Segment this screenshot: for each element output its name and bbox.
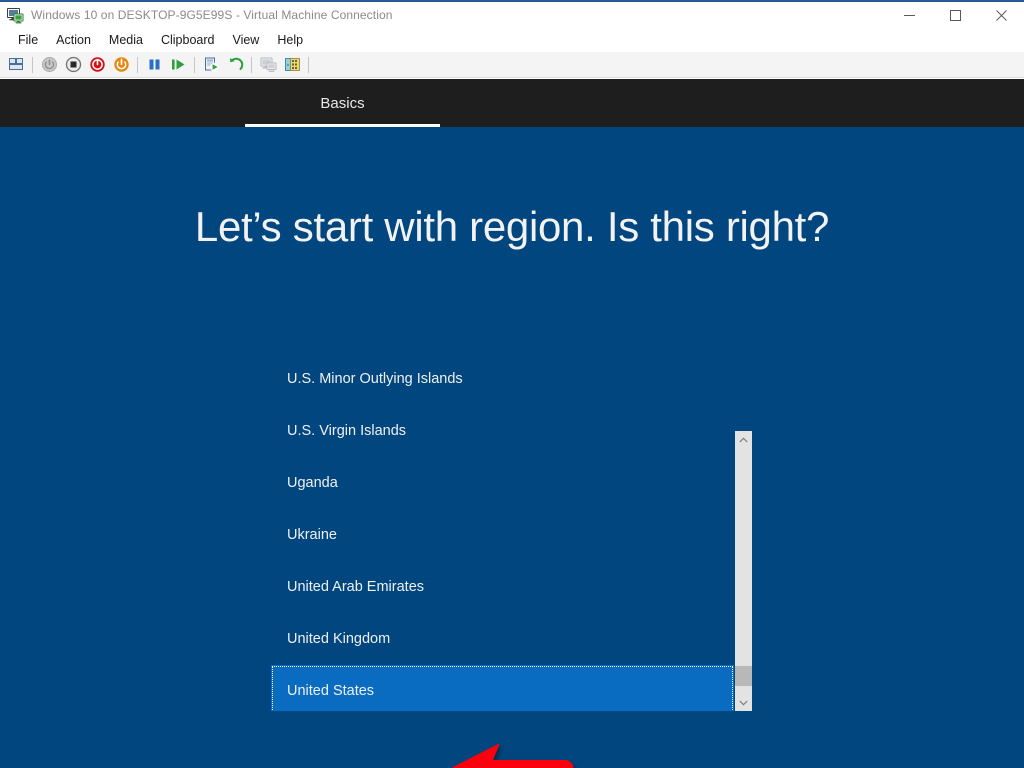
minimize-icon (903, 14, 915, 16)
minimize-button[interactable] (886, 2, 932, 28)
oobe-tab-strip: Basics (0, 79, 1024, 127)
start-icon[interactable] (37, 53, 61, 77)
toolbar-separator (194, 56, 195, 73)
window-title: Windows 10 on DESKTOP-9G5E99S - Virtual … (31, 8, 393, 22)
list-item[interactable]: Uganda (271, 457, 734, 509)
toolbar-separator (251, 56, 252, 73)
close-icon (995, 9, 1007, 21)
scrollbar-down-button[interactable] (735, 694, 752, 711)
list-item-label: U.S. Virgin Islands (287, 423, 407, 439)
page-title: Let’s start with region. Is this right? (194, 203, 830, 250)
region-list-rows: U.S. Minor Outlying Islands U.S. Virgin … (271, 353, 734, 711)
list-item[interactable]: U.S. Virgin Islands (271, 405, 734, 457)
red-pointer-arrow (452, 743, 582, 768)
menu-item-clipboard[interactable]: Clipboard (152, 31, 224, 49)
region-list-scrollbar[interactable] (735, 431, 752, 711)
revert-icon[interactable] (223, 53, 247, 77)
list-item[interactable]: United Arab Emirates (271, 561, 734, 613)
scrollbar-thumb[interactable] (735, 666, 752, 686)
virtual-machine-icon (7, 7, 24, 24)
list-item[interactable]: U.S. Minor Outlying Islands (271, 353, 734, 405)
list-item-label: Uganda (287, 475, 338, 491)
tab-basics-label: Basics (320, 94, 365, 112)
pause-icon[interactable] (142, 53, 166, 77)
window-controls (886, 2, 1024, 28)
menu-item-file[interactable]: File (9, 31, 47, 49)
reset-icon[interactable] (166, 53, 190, 77)
list-item-selected[interactable]: United States (271, 665, 734, 711)
virtual-machine-connection-window: Windows 10 on DESKTOP-9G5E99S - Virtual … (0, 0, 1024, 768)
list-item-label: United Arab Emirates (287, 579, 425, 595)
save-state-icon[interactable] (109, 53, 133, 77)
toolbar-separator (137, 56, 138, 73)
region-list[interactable]: U.S. Minor Outlying Islands U.S. Virgin … (271, 353, 752, 711)
title-bar[interactable]: Windows 10 on DESKTOP-9G5E99S - Virtual … (0, 2, 1024, 28)
toolbar-separator (32, 56, 33, 73)
tab-basics[interactable]: Basics (245, 79, 440, 127)
menu-item-help[interactable]: Help (268, 31, 312, 49)
list-item-label: United Kingdom (287, 631, 391, 647)
menu-item-action[interactable]: Action (47, 31, 100, 49)
list-item-label: U.S. Minor Outlying Islands (287, 371, 463, 387)
turn-off-icon[interactable] (61, 53, 85, 77)
vm-screen: Basics Let’s start with region. Is this … (0, 79, 1024, 768)
maximize-icon (949, 9, 961, 21)
close-button[interactable] (978, 2, 1024, 28)
enhanced-session-icon[interactable] (256, 53, 280, 77)
ctrl-alt-delete-icon[interactable] (4, 53, 28, 77)
list-item[interactable]: United Kingdom (271, 613, 734, 665)
checkpoint-icon[interactable] (199, 53, 223, 77)
menu-item-media[interactable]: Media (100, 31, 152, 49)
scrollbar-up-button[interactable] (735, 431, 752, 448)
chevron-down-icon (739, 700, 748, 705)
chevron-up-icon (739, 437, 748, 442)
list-item[interactable]: Ukraine (271, 509, 734, 561)
maximize-button[interactable] (932, 2, 978, 28)
tab-basics-active-indicator (245, 124, 440, 127)
toolbar (0, 52, 1024, 78)
menu-item-view[interactable]: View (223, 31, 268, 49)
toolbar-separator (308, 56, 309, 73)
share-icon[interactable] (280, 53, 304, 77)
list-item-label: United States (287, 683, 375, 699)
list-item-label: Ukraine (287, 527, 337, 543)
menu-bar: File Action Media Clipboard View Help (0, 28, 1024, 52)
shut-down-icon[interactable] (85, 53, 109, 77)
